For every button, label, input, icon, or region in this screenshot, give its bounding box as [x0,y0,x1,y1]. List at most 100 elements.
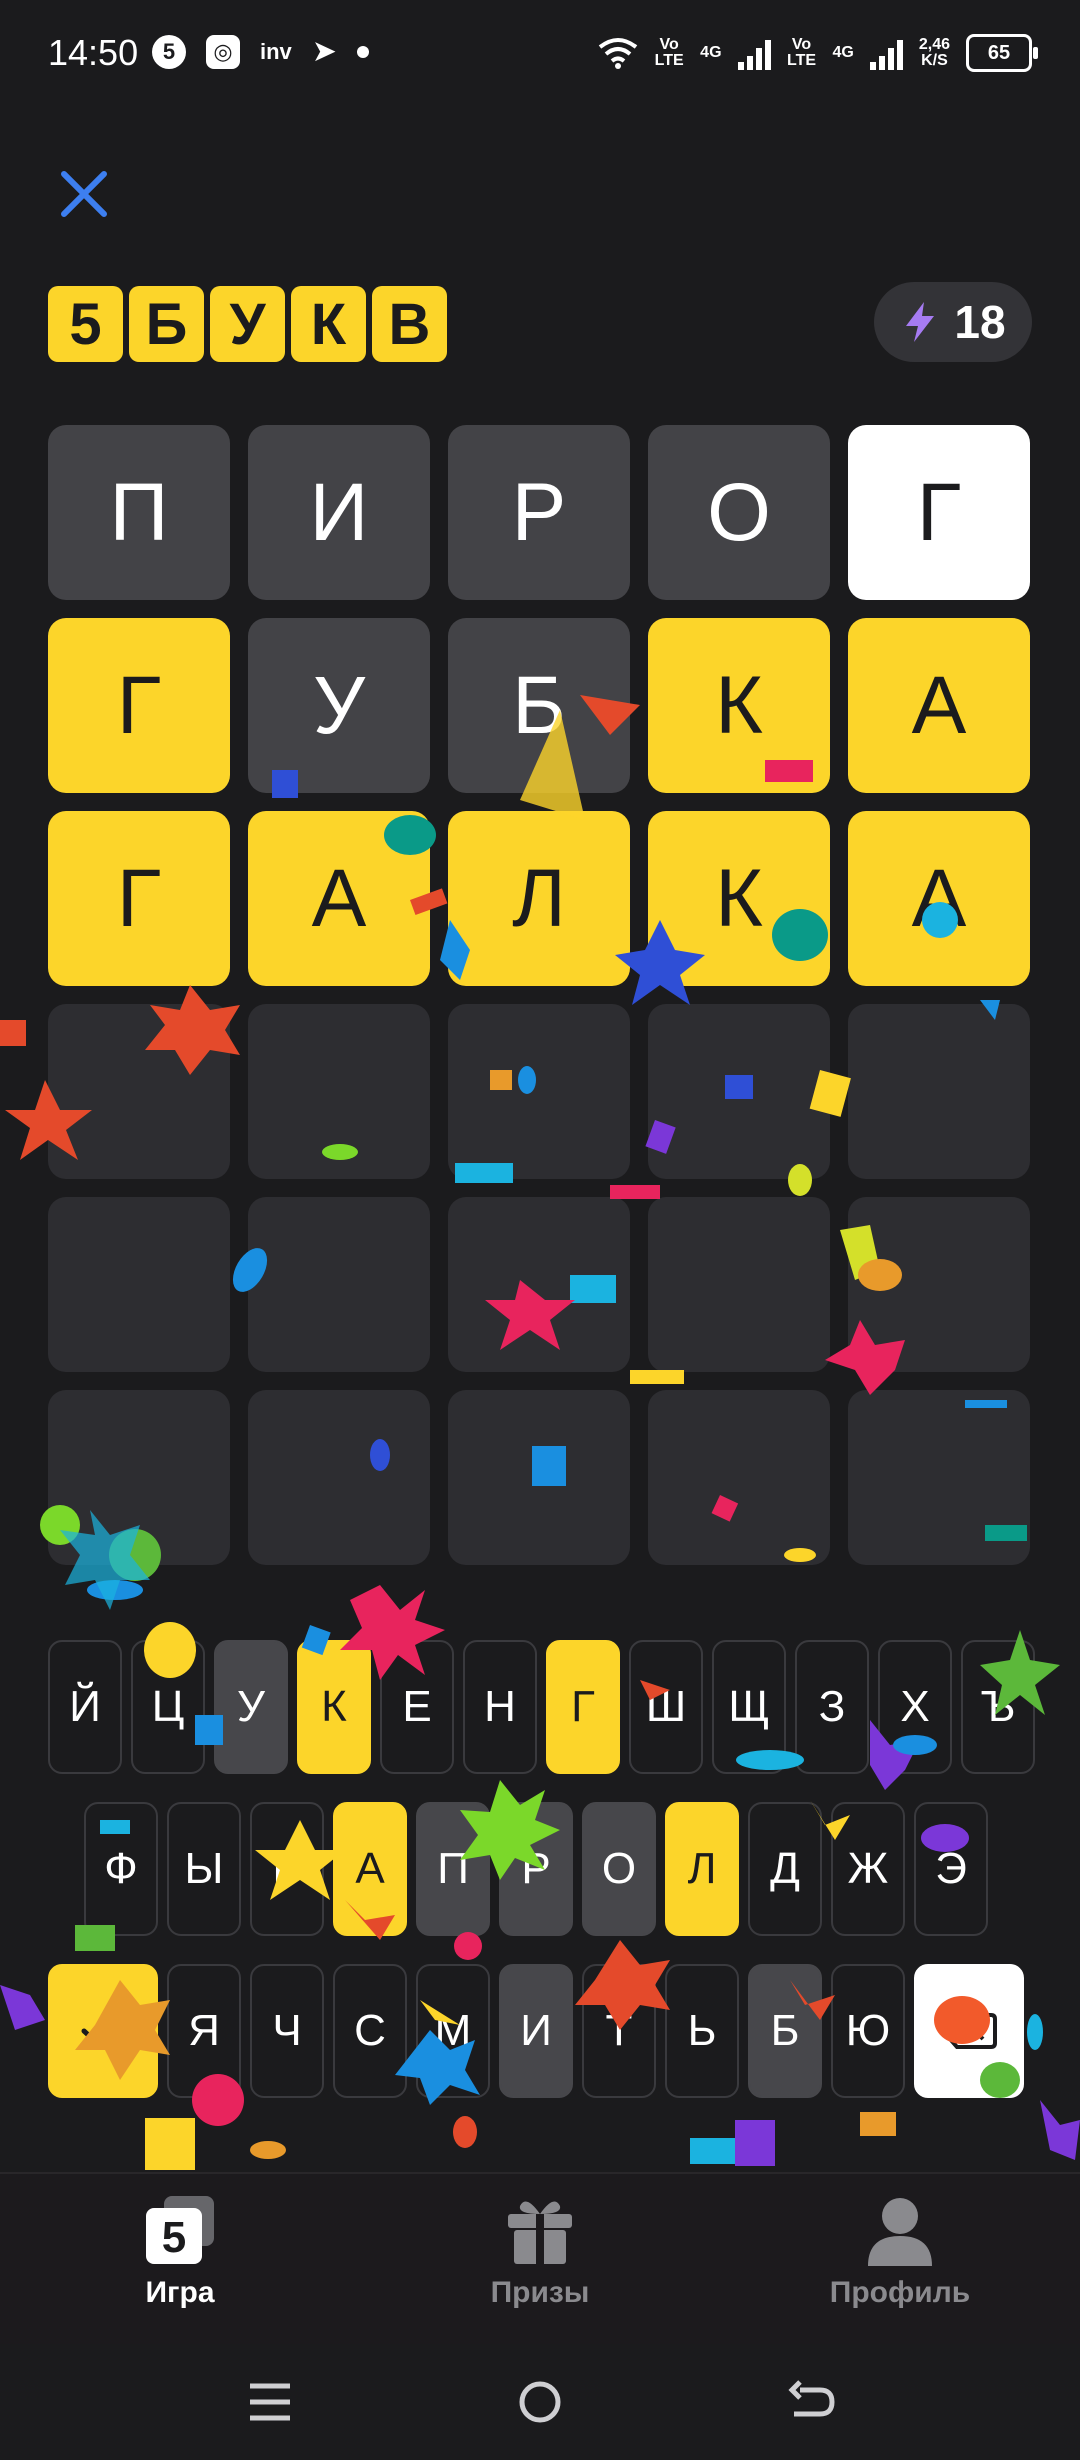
game-logo: 5 Б У К В [48,286,447,362]
back-icon[interactable] [780,2372,840,2432]
keyboard-row-3: ЯЧСМИТЬБЮ [48,1964,1024,2098]
key-Ш[interactable]: Ш [629,1640,703,1774]
key-Р[interactable]: Р [499,1802,573,1936]
key-Ю[interactable]: Ю [831,1964,905,2098]
key-Э[interactable]: Э [914,1802,988,1936]
key-Ъ[interactable]: Ъ [961,1640,1035,1774]
system-navigation-bar [0,2344,1080,2460]
key-П[interactable]: П [416,1802,490,1936]
key-Ф[interactable]: Ф [84,1802,158,1936]
key-Ч[interactable]: Ч [250,1964,324,2098]
key-В[interactable]: В [250,1802,324,1936]
energy-count: 18 [954,296,1006,348]
key-М[interactable]: М [416,1964,490,2098]
signal-icon-1 [737,36,771,70]
grid-tile [848,1004,1030,1179]
grid-tile: П [48,425,230,600]
key-Я[interactable]: Я [167,1964,241,2098]
network-4g-label-2: 4G [832,44,854,61]
grid-tile [648,1004,830,1179]
app5-notification-icon: 5 [152,34,186,69]
grid-tile: А [848,811,1030,986]
key-У[interactable]: У [214,1640,288,1774]
grid-tile [48,1004,230,1179]
grid-tile [848,1197,1030,1372]
grid-tile: Г [48,618,230,793]
key-К[interactable]: К [297,1640,371,1774]
key-Ж[interactable]: Ж [831,1802,905,1936]
grid-tile: А [248,811,430,986]
grid-tile: И [248,425,430,600]
logo-letter: 5 [48,286,123,362]
grid-tile: Г [848,425,1030,600]
grid-tile: Б [448,618,630,793]
camera-notification-icon: ◎ [206,34,240,69]
grid-tile: Г [48,811,230,986]
logo-letter: К [291,286,366,362]
keyboard-row-1: ЙЦУКЕНГШЩЗХЪ [48,1640,1035,1774]
backspace-icon [941,2013,997,2049]
key-Ц[interactable]: Ц [131,1640,205,1774]
key-Е[interactable]: Е [380,1640,454,1774]
letter-grid: ПИРОГГУБКАГАЛКА [48,425,1030,1565]
home-icon[interactable] [510,2372,570,2432]
grid-tile [648,1197,830,1372]
key-Г[interactable]: Г [546,1640,620,1774]
volte-label-2: Vo LTE [787,36,817,69]
grid-tile: Р [448,425,630,600]
grid-tile: Л [448,811,630,986]
lightning-icon [906,302,935,342]
key-Ы[interactable]: Ы [167,1802,241,1936]
key-Н[interactable]: Н [463,1640,537,1774]
key-И[interactable]: И [499,1964,573,2098]
energy-counter[interactable]: 18 [874,282,1032,362]
game-icon: 5 [146,2196,214,2264]
status-bar: 14:50 5 ◎ inv ➤ Vo LTE 4G Vo LTE 4G 2,46… [0,0,1080,110]
volte-label-1: Vo LTE [654,36,684,69]
grid-tile: У [248,618,430,793]
nav-item-profile[interactable]: Профиль [750,2194,1050,2310]
key-Т[interactable]: Т [582,1964,656,2098]
enter-button[interactable] [48,1964,158,2098]
speed-value: 2,46 [918,36,950,53]
speed-unit: K/S [921,52,948,69]
nav-label-profile: Профиль [829,2276,971,2309]
grid-tile [248,1004,430,1179]
key-Б[interactable]: Б [748,1964,822,2098]
grid-tile: К [648,811,830,986]
nav-item-prizes[interactable]: Призы [390,2194,690,2310]
key-З[interactable]: З [795,1640,869,1774]
backspace-button[interactable] [914,1964,1024,2098]
key-Ь[interactable]: Ь [665,1964,739,2098]
key-О[interactable]: О [582,1802,656,1936]
more-notifications-icon [356,45,369,58]
gift-icon [508,2201,572,2264]
battery-icon: 65 [966,34,1038,72]
logo-letter: У [210,286,285,362]
keyboard-row-2: ФЫВАПРОЛДЖЭ [84,1802,988,1936]
network-4g-label-1: 4G [700,44,722,61]
grid-tile [248,1390,430,1565]
grid-tile [848,1390,1030,1565]
close-icon[interactable] [54,164,114,224]
network-speed: 2,46 K/S [919,37,950,69]
grid-tile [648,1390,830,1565]
logo-letter: Б [129,286,204,362]
nav-item-game[interactable]: 5 Игра [30,2194,330,2310]
status-time: 14:50 [48,32,139,73]
menu-icon[interactable] [240,2372,300,2432]
key-Х[interactable]: Х [878,1640,952,1774]
notification-icons: 5 ◎ inv ➤ [152,34,369,69]
key-А[interactable]: А [333,1802,407,1936]
logo-letter: В [372,286,447,362]
key-Д[interactable]: Д [748,1802,822,1936]
grid-tile: О [648,425,830,600]
inv-notification-icon: inv [260,38,292,64]
nav-label-game: Игра [145,2276,215,2309]
grid-tile [448,1197,630,1372]
key-Л[interactable]: Л [665,1802,739,1936]
key-Й[interactable]: Й [48,1640,122,1774]
bottom-navigation: 5 Игра Призы Профиль [0,2172,1080,2346]
key-Щ[interactable]: Щ [712,1640,786,1774]
key-С[interactable]: С [333,1964,407,2098]
